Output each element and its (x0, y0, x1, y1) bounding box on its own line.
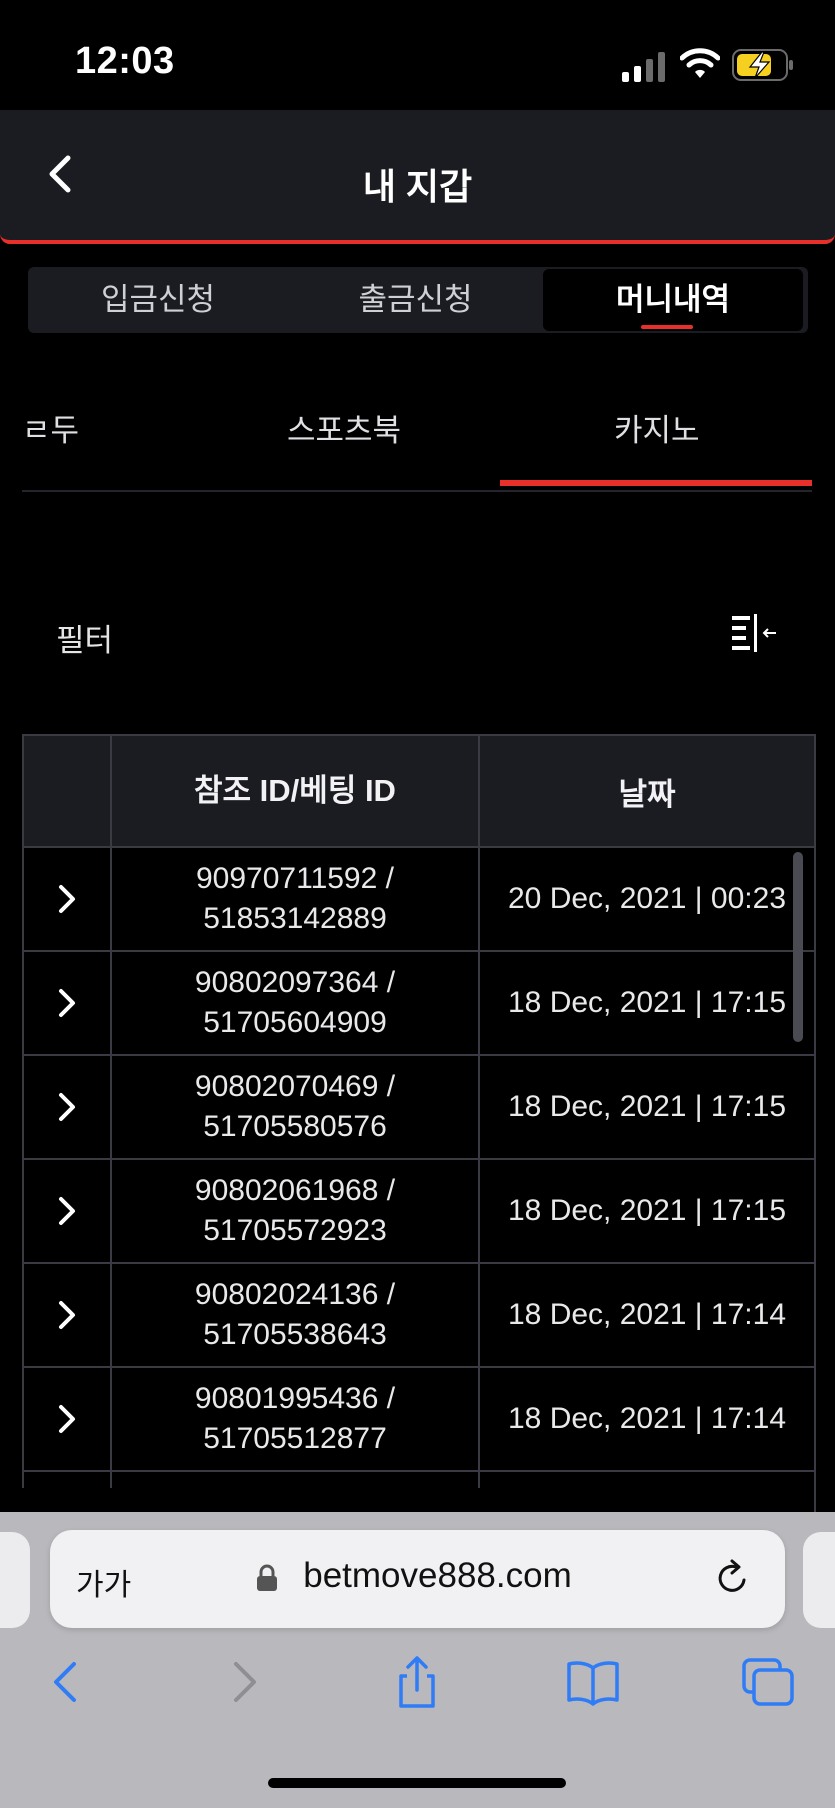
wifi-icon (680, 48, 720, 78)
reload-icon[interactable] (710, 1556, 754, 1600)
subtab-all[interactable]: ㄹ두 (22, 405, 79, 450)
address-bar[interactable]: 가가 betmove888.com (50, 1530, 785, 1628)
ref-id: 90802070469 / (194, 1070, 396, 1103)
table-row[interactable]: 90802061968 / 51705572923 18 Dec, 2021 | … (24, 1158, 814, 1262)
chevron-right-icon (59, 1093, 75, 1121)
previous-tab-preview[interactable] (0, 1532, 30, 1628)
cellular-signal-icon (622, 52, 665, 82)
expand-button[interactable] (24, 848, 112, 950)
next-tab-preview[interactable] (803, 1532, 835, 1628)
chevron-right-icon (59, 1405, 75, 1433)
back-icon[interactable] (36, 1652, 96, 1712)
ref-bet-id-cell: 90802061968 / 51705572923 (112, 1160, 480, 1262)
home-indicator (268, 1778, 566, 1788)
date-cell: 18 Dec, 2021 | 17:15 (508, 1090, 786, 1123)
active-subtab-indicator (500, 480, 812, 486)
url-value: betmove888.com (303, 1556, 572, 1595)
chevron-right-icon (59, 1197, 75, 1225)
chevron-right-icon (59, 885, 75, 913)
ref-bet-id-cell: 90802097364 / 51705604909 (112, 952, 480, 1054)
table-clip (22, 1488, 814, 1514)
page-title: 내 지갑 (362, 166, 473, 207)
date-cell: 20 Dec, 2021 | 00:23 (508, 882, 786, 915)
expand-button[interactable] (24, 1056, 112, 1158)
battery-charging-icon (732, 49, 793, 81)
ref-id: 90802061968 / (194, 1174, 396, 1207)
tab-money-history-label: 머니내역 (615, 282, 731, 317)
table-row[interactable]: 90801995436 / 51705512877 18 Dec, 2021 | … (24, 1366, 814, 1470)
ref-bet-id-cell: 90970711592 / 51853142889 (112, 848, 480, 950)
chevron-right-icon (59, 989, 75, 1017)
expand-button[interactable] (24, 1368, 112, 1470)
date-cell: 18 Dec, 2021 | 17:15 (508, 986, 786, 1019)
ref-id: 90801995436 / (194, 1382, 396, 1415)
header-expand (24, 736, 112, 846)
expand-button[interactable] (24, 1160, 112, 1262)
chevron-right-icon (59, 1301, 75, 1329)
share-icon[interactable] (387, 1652, 447, 1712)
filter-columns-icon[interactable] (728, 612, 780, 656)
table-row[interactable]: 90970711592 / 51853142889 20 Dec, 2021 | … (24, 846, 814, 950)
table-scrollbar[interactable] (793, 852, 803, 1042)
subtab-sportsbook[interactable]: 스포츠북 (287, 405, 401, 450)
table-header-row: 참조 ID/베팅 ID 날짜 (24, 736, 814, 846)
header-ref-bet-id: 참조 ID/베팅 ID (112, 736, 480, 846)
ref-bet-id-cell: 90802024136 / 51705538643 (112, 1264, 480, 1366)
wallet-segment-tabs: 입금신청 출금신청 머니내역 (28, 267, 808, 333)
tab-deposit-request[interactable]: 입금신청 (28, 267, 288, 333)
date-cell: 18 Dec, 2021 | 17:15 (508, 1194, 786, 1227)
ref-id: 90802024136 / (194, 1278, 396, 1311)
filter-label: 필터 (56, 623, 114, 658)
ref-id: 90802097364 / (194, 966, 396, 999)
ref-bet-id-cell: 90801995436 / 51705512877 (112, 1368, 480, 1470)
tab-money-history[interactable]: 머니내역 (543, 269, 803, 331)
expand-button[interactable] (24, 1264, 112, 1366)
bet-id: 51853142889 (203, 902, 387, 935)
forward-icon[interactable] (214, 1652, 274, 1712)
header-date: 날짜 (618, 776, 676, 812)
tab-withdraw-request[interactable]: 출금신청 (288, 267, 543, 333)
table-row[interactable]: 90802097364 / 51705604909 18 Dec, 2021 | … (24, 950, 814, 1054)
app-header: 내 지갑 (0, 110, 835, 244)
ref-bet-id-cell: 90802070469 / 51705580576 (112, 1056, 480, 1158)
bet-id: 51705572923 (203, 1214, 387, 1247)
ref-id: 90970711592 / (196, 862, 394, 895)
date-cell: 18 Dec, 2021 | 17:14 (508, 1402, 786, 1435)
bet-id: 51705538643 (203, 1318, 387, 1351)
bet-id: 51705580576 (203, 1110, 387, 1143)
transaction-table: 참조 ID/베팅 ID 날짜 90970711592 / 51853142889 … (22, 734, 816, 1576)
url-text[interactable]: betmove888.com (50, 1556, 785, 1596)
subtab-casino[interactable]: 카지노 (614, 405, 700, 450)
bookmarks-icon[interactable] (563, 1652, 623, 1712)
expand-button[interactable] (24, 952, 112, 1054)
tabs-icon[interactable] (738, 1652, 798, 1712)
bet-id: 51705512877 (203, 1422, 387, 1455)
date-cell: 18 Dec, 2021 | 17:14 (508, 1298, 786, 1331)
table-row[interactable]: 90802024136 / 51705538643 18 Dec, 2021 | … (24, 1262, 814, 1366)
active-tab-indicator (641, 325, 693, 329)
history-category-tabs: ㄹ두 스포츠북 카지노 (22, 395, 812, 492)
status-time: 12:03 (75, 40, 175, 82)
bet-id: 51705604909 (203, 1006, 387, 1039)
table-row[interactable]: 90802070469 / 51705580576 18 Dec, 2021 | … (24, 1054, 814, 1158)
